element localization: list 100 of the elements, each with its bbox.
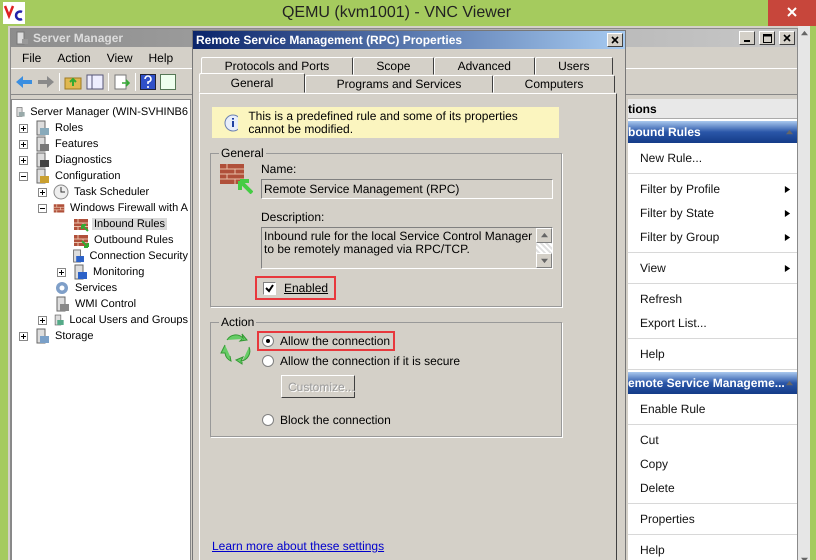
close-icon [611,36,619,44]
section-header[interactable]: emote Service Manageme... [628,372,797,394]
tab[interactable]: Advanced [434,57,535,75]
submenu-arrow-icon [784,210,791,216]
radio-option[interactable]: Allow the connection [257,331,396,351]
command-item[interactable]: Cut [628,428,797,452]
actions-header: tions [628,99,797,119]
menu-item[interactable]: Help [142,48,180,66]
computer-icon [70,248,85,264]
tree-item[interactable]: Inbound Rules [92,218,167,230]
help-icon[interactable] [140,74,156,90]
help-link[interactable]: Learn more about these settings [212,539,384,553]
computer-icon [34,152,50,168]
menu-item[interactable]: Action [50,48,98,66]
panel-icon[interactable] [86,74,104,90]
expand-toggle[interactable] [57,268,66,276]
group-label: General [220,146,265,160]
command-item[interactable]: Refresh [628,287,797,311]
clock-icon [53,184,69,200]
dialog-title: Remote Service Management (RPC) Properties [196,33,462,47]
export-icon[interactable] [113,74,131,90]
minimize-button[interactable] [739,31,755,45]
description-field[interactable]: Inbound rule for the local Service Control Manager to be remotely managed via RPC/TCP. [261,227,553,269]
expand-toggle[interactable] [38,316,47,324]
section-header[interactable]: bound Rules [628,121,797,143]
brick-wall-icon [73,232,89,248]
collapse-toggle[interactable] [19,172,28,180]
tree-item[interactable]: Roles [53,122,86,134]
tree-item[interactable]: Windows Firewall with A [68,202,190,214]
close-button[interactable] [607,33,623,47]
submenu-arrow-icon [784,264,791,272]
tree-item[interactable]: WMI Control [73,298,138,310]
computer-icon [72,264,88,280]
tab[interactable]: Scope [352,57,434,75]
command-item[interactable]: Properties [628,507,797,531]
expand-toggle[interactable] [38,188,47,196]
command-item[interactable]: Help [628,538,797,560]
field-label: Name: [261,162,298,176]
command-item[interactable]: Filter by Group [628,225,797,249]
name-field[interactable]: Remote Service Management (RPC) [261,179,553,199]
vnc-logo [3,2,25,24]
tab[interactable]: Users [534,57,614,75]
computer-icon [54,296,70,312]
command-item[interactable]: Filter by Profile [628,177,797,201]
tree-item[interactable]: Local Users and Groups [67,314,190,326]
enabled-checkbox[interactable]: Enabled [255,276,336,300]
tab[interactable]: Programs and Services [305,75,494,93]
computer-icon [15,104,26,120]
maximize-icon [762,34,772,42]
maximize-button[interactable] [759,31,775,45]
radio-option[interactable]: Allow the connection if it is secure [257,351,466,371]
scroll-up-icon [800,30,808,37]
tree-item[interactable]: Features [53,138,100,150]
radio-option[interactable]: Block the connection [257,410,396,430]
tree-item[interactable]: Outbound Rules [92,234,176,246]
tab[interactable]: Protocols and Ports [201,57,353,75]
expand-toggle[interactable] [19,140,28,148]
gear-icon [54,280,70,296]
tree-item[interactable]: Configuration [53,170,122,182]
scroll-down-icon [540,257,548,264]
computer-icon [34,328,50,344]
recycle-arrows-icon [219,331,253,365]
computer-icon [34,168,50,184]
tree-item[interactable]: Server Manager (WIN-SVHINB6 [28,106,190,118]
command-item[interactable]: Help [628,342,797,366]
collapse-toggle[interactable] [38,204,47,212]
tree-item[interactable]: Diagnostics [53,154,114,166]
brick-wall-icon [73,216,89,232]
computer-icon [53,312,64,328]
field-label: Description: [261,210,326,224]
command-item[interactable]: Filter by State [628,201,797,225]
tree-item[interactable]: Storage [53,330,96,342]
tree-item[interactable]: Task Scheduler [72,186,152,198]
close-button[interactable] [779,31,795,45]
expand-toggle[interactable] [19,156,28,164]
command-item[interactable]: Enable Rule [628,397,797,421]
scroll-up-icon [786,128,793,136]
tab[interactable]: General [199,73,305,93]
command-item[interactable]: Copy [628,452,797,476]
command-item[interactable]: View [628,256,797,280]
server-icon [15,31,29,45]
tree-item[interactable]: Services [73,282,120,294]
command-item[interactable]: Delete [628,476,797,500]
group-label: Action [220,315,256,329]
command-item[interactable]: Export List... [628,311,797,335]
info-text: This is a predefined rule and some of its properties cannot be modified. [248,110,519,136]
tab[interactable]: Computers [493,75,615,93]
tree-item[interactable]: Connection Security [88,250,190,262]
tree-item[interactable]: Monitoring [91,266,146,278]
menu-item[interactable]: File [15,48,48,66]
vertical-scrollbar[interactable] [798,26,810,560]
computer-icon [34,136,50,152]
command-item[interactable]: New Rule... [628,146,797,170]
scroll-up-icon [786,380,793,386]
window-title: Server Manager [33,31,124,45]
menu-item[interactable]: View [100,48,140,66]
panel-icon[interactable] [160,74,176,90]
expand-toggle[interactable] [19,124,28,132]
expand-toggle[interactable] [19,332,28,340]
submenu-arrow-icon [784,186,791,192]
